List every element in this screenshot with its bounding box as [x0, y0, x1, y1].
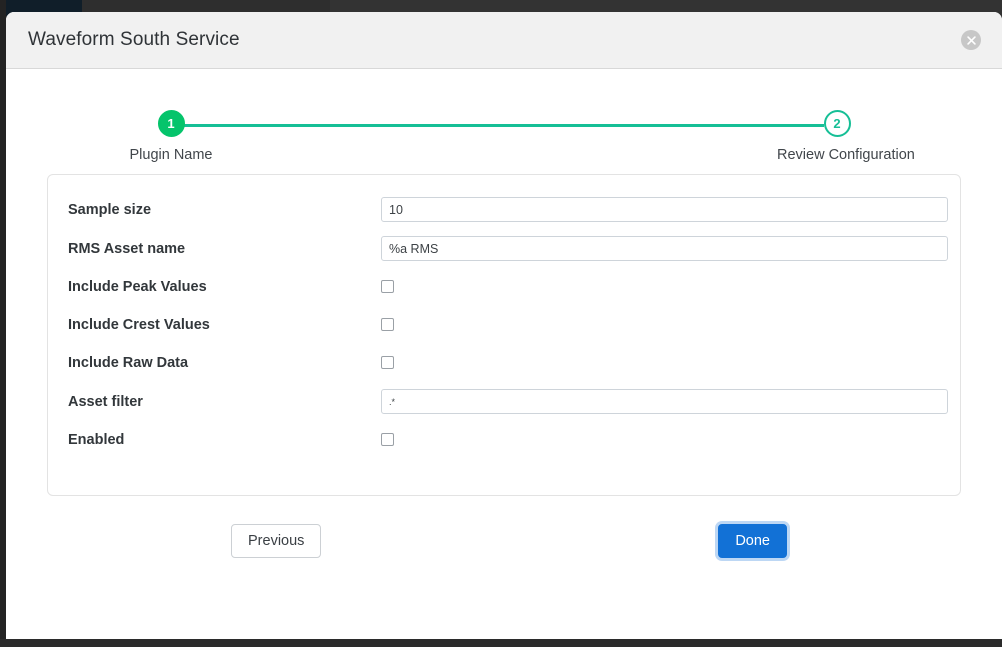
control-asset-filter — [381, 389, 948, 414]
stepper-step-review-configuration[interactable]: 2 Review Configuration — [777, 110, 897, 163]
modal-footer: Previous Done — [47, 524, 961, 564]
control-sample-size — [381, 197, 948, 222]
asset-filter-input[interactable] — [381, 389, 948, 414]
control-rms-asset-name — [381, 236, 948, 261]
app-chrome-bottom-edge — [0, 639, 1002, 647]
form-row-rms-asset-name: RMS Asset name — [68, 236, 940, 261]
done-button[interactable]: Done — [718, 524, 787, 558]
rms-asset-name-input[interactable] — [381, 236, 948, 261]
step-1-label: Plugin Name — [111, 147, 231, 163]
enabled-checkbox[interactable] — [381, 433, 394, 446]
include-crest-values-checkbox[interactable] — [381, 318, 394, 331]
screen: Waveform South Service 1 Plugin Name 2 — [0, 0, 1002, 647]
step-2-label: Review Configuration — [777, 147, 897, 163]
control-include-raw-data — [381, 354, 940, 372]
label-rms-asset-name: RMS Asset name — [68, 241, 381, 257]
include-raw-data-checkbox[interactable] — [381, 356, 394, 369]
modal-body: 1 Plugin Name 2 Review Configuration Sam… — [6, 69, 1002, 639]
stepper-track: 1 Plugin Name 2 Review Configuration — [154, 110, 854, 140]
form-row-include-peak-values: Include Peak Values — [68, 275, 940, 299]
include-peak-values-checkbox[interactable] — [381, 280, 394, 293]
form-row-sample-size: Sample size — [68, 197, 940, 222]
form-row-include-crest-values: Include Crest Values — [68, 313, 940, 337]
step-1-badge: 1 — [158, 110, 185, 137]
stepper-progress-line — [184, 124, 824, 127]
control-include-peak-values — [381, 278, 940, 296]
label-include-crest-values: Include Crest Values — [68, 317, 381, 333]
form-row-include-raw-data: Include Raw Data — [68, 351, 940, 375]
form-row-asset-filter: Asset filter — [68, 389, 940, 414]
close-icon[interactable] — [961, 30, 981, 50]
modal-title: Waveform South Service — [28, 29, 240, 51]
sample-size-input[interactable] — [381, 197, 948, 222]
form-row-enabled: Enabled — [68, 428, 940, 452]
configuration-form-card: Sample size RMS Asset name Include Peak … — [47, 174, 961, 496]
label-asset-filter: Asset filter — [68, 394, 381, 410]
modal-header: Waveform South Service — [6, 12, 1002, 69]
label-enabled: Enabled — [68, 432, 381, 448]
step-2-badge: 2 — [824, 110, 851, 137]
stepper-step-plugin-name[interactable]: 1 Plugin Name — [111, 110, 231, 163]
label-include-peak-values: Include Peak Values — [68, 279, 381, 295]
label-include-raw-data: Include Raw Data — [68, 355, 381, 371]
label-sample-size: Sample size — [68, 202, 381, 218]
modal-dialog: Waveform South Service 1 Plugin Name 2 — [6, 12, 1002, 639]
previous-button[interactable]: Previous — [231, 524, 321, 558]
control-include-crest-values — [381, 316, 940, 334]
wizard-stepper: 1 Plugin Name 2 Review Configuration — [154, 69, 854, 140]
control-enabled — [381, 431, 940, 449]
